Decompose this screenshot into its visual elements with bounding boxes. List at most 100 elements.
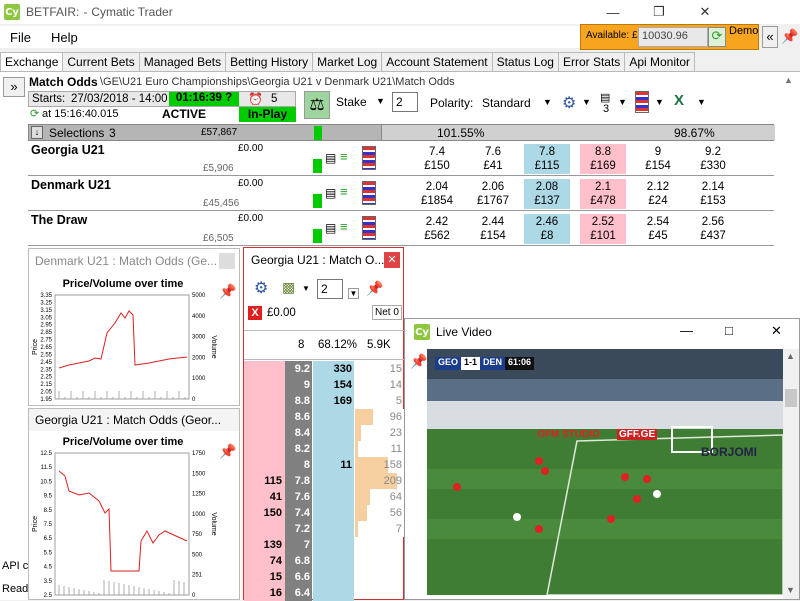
- ladder-row[interactable]: 9 154 14: [244, 377, 404, 393]
- close-button[interactable]: ✕: [682, 0, 728, 24]
- runner-row[interactable]: The Draw £0.00 £6,505 ▤ ≡ 2.42 £562 2.44 £…: [28, 211, 774, 246]
- chevron-down-icon[interactable]: ▼: [697, 97, 706, 107]
- chevron-down-icon[interactable]: ▼: [655, 97, 664, 107]
- back-odds-2[interactable]: 2.44 £154: [470, 214, 516, 244]
- ladder-lay-cell[interactable]: [313, 473, 354, 489]
- ladder-lay-cell[interactable]: 11: [313, 457, 354, 473]
- ladder-lay-cell[interactable]: [313, 537, 354, 553]
- pin-icon[interactable]: 📌: [410, 353, 427, 370]
- chart-window-title[interactable]: Denmark U21 : Match Odds (Ge...: [29, 249, 239, 271]
- ladder-icon[interactable]: [635, 91, 649, 113]
- settings-gear-icon[interactable]: ⚙: [562, 93, 576, 113]
- chevron-down-icon[interactable]: ▼: [543, 97, 552, 107]
- pin-icon[interactable]: 📌: [219, 443, 236, 460]
- tab-managed-bets[interactable]: Managed Bets: [138, 52, 227, 72]
- ladder-row[interactable]: 8.2 11: [244, 441, 405, 457]
- ladder-lay-cell[interactable]: [313, 553, 354, 569]
- scales-icon[interactable]: ⚖: [304, 91, 330, 119]
- ladder-lay-cell[interactable]: 169: [313, 393, 354, 409]
- tab-error-stats[interactable]: Error Stats: [557, 52, 626, 72]
- ladder-row[interactable]: 16 6.4: [244, 585, 404, 601]
- chevron-down-icon[interactable]: ▼: [348, 288, 359, 299]
- ladder-lay-cell[interactable]: [313, 585, 354, 601]
- ladder-back-cell[interactable]: 15: [244, 569, 285, 585]
- ladder-lay-cell[interactable]: [313, 521, 354, 537]
- tab-current-bets[interactable]: Current Bets: [62, 52, 140, 72]
- runner-row[interactable]: Georgia U21 £0.00 £5,906 ▤ ≡ 7.4 £150 7.6…: [28, 141, 774, 176]
- ladder-lay-cell[interactable]: [313, 505, 354, 521]
- video-frame[interactable]: GEO 1-1 DEN 61:06 GFM STUDIO GFF.GE BORJ…: [427, 349, 783, 595]
- tab-api-monitor[interactable]: Api Monitor: [624, 52, 696, 72]
- chart-window-title[interactable]: Georgia U21 : Match Odds (Geor...: [29, 409, 239, 431]
- refresh-icon[interactable]: ⟳: [30, 107, 39, 120]
- lay-odds-2[interactable]: 2.54 £45: [635, 214, 681, 244]
- candlestick-icon[interactable]: ≡: [340, 149, 348, 164]
- maximize-button[interactable]: □: [725, 323, 733, 338]
- back-odds-1[interactable]: 2.08 £137: [524, 179, 570, 209]
- back-odds-2[interactable]: 2.06 £1767: [470, 179, 516, 209]
- back-odds-3[interactable]: 2.04 £1854: [414, 179, 460, 209]
- excel-icon[interactable]: X: [674, 92, 684, 109]
- ladder-row[interactable]: 41 7.6 64: [244, 489, 405, 505]
- ladder-row[interactable]: 9.2 330 15: [244, 361, 404, 377]
- candlestick-icon[interactable]: ≡: [340, 219, 348, 234]
- collapse-icon[interactable]: ↓: [31, 126, 43, 139]
- stake-dropdown[interactable]: Stake: [336, 95, 367, 109]
- lay-odds-1[interactable]: 8.8 £169: [580, 144, 626, 174]
- tab-exchange[interactable]: Exchange: [0, 52, 64, 73]
- ladder-lay-cell[interactable]: 154: [313, 377, 354, 393]
- back-odds-1[interactable]: 7.8 £115: [524, 144, 570, 174]
- ladder-stake-input[interactable]: 2: [317, 279, 343, 299]
- minimize-button[interactable]: —: [680, 323, 693, 338]
- candlestick-icon[interactable]: ≡: [340, 184, 348, 199]
- ladder-lay-cell[interactable]: [313, 425, 354, 441]
- minimize-button[interactable]: —: [590, 0, 636, 24]
- polarity-dropdown[interactable]: Standard: [482, 96, 531, 110]
- collapse-right-button[interactable]: «: [762, 26, 778, 48]
- expand-left-button[interactable]: »: [3, 77, 25, 97]
- chevron-down-icon[interactable]: ▼: [302, 284, 310, 293]
- lay-odds-3[interactable]: 9.2 £330: [690, 144, 736, 174]
- video-scrollbar[interactable]: ▲ ▼: [783, 349, 799, 599]
- ladder-icon[interactable]: [362, 146, 376, 170]
- scroll-up-icon[interactable]: ▲: [784, 75, 794, 89]
- ladder-row[interactable]: 74 6.8: [244, 553, 404, 569]
- lay-odds-3[interactable]: 2.56 £437: [690, 214, 736, 244]
- ladder-lay-cell[interactable]: [313, 489, 354, 505]
- lay-odds-1[interactable]: 2.52 £101: [580, 214, 626, 244]
- ladder-row[interactable]: 8.6 96: [244, 409, 405, 425]
- menu-help[interactable]: Help: [41, 30, 88, 45]
- ladder-row[interactable]: 139 7: [244, 537, 404, 553]
- tab-status-log[interactable]: Status Log: [491, 52, 559, 72]
- tab-betting-history[interactable]: Betting History: [225, 52, 314, 72]
- lay-odds-2[interactable]: 9 £154: [635, 144, 681, 174]
- chevron-down-icon[interactable]: ▼: [618, 97, 627, 107]
- ladder-lay-cell[interactable]: [313, 409, 354, 425]
- close-icon[interactable]: [219, 253, 235, 269]
- settings-gear-icon[interactable]: ⚙: [254, 278, 268, 298]
- chevron-down-icon[interactable]: ▼: [376, 96, 385, 106]
- close-button[interactable]: ✕: [771, 323, 782, 339]
- restore-button[interactable]: ❐: [636, 0, 682, 24]
- pin-icon[interactable]: 📌: [219, 283, 236, 300]
- ladder-row[interactable]: 150 7.4 56: [244, 505, 405, 521]
- menu-file[interactable]: File: [0, 30, 41, 45]
- ladder-icon[interactable]: [362, 181, 376, 205]
- stake-input[interactable]: 2: [392, 92, 418, 112]
- ladder-back-cell[interactable]: [244, 361, 285, 377]
- ladder-back-cell[interactable]: [244, 393, 285, 409]
- lay-odds-3[interactable]: 2.14 £153: [690, 179, 736, 209]
- pin-icon[interactable]: 📌: [781, 28, 798, 45]
- ladder-row[interactable]: 8.8 169 5: [244, 393, 404, 409]
- back-odds-2[interactable]: 7.6 £41: [470, 144, 516, 174]
- ladder-row[interactable]: 7.2 7: [244, 521, 405, 537]
- ladder-back-cell[interactable]: [244, 377, 285, 393]
- ladder-back-cell[interactable]: 74: [244, 553, 285, 569]
- lay-odds-2[interactable]: 2.12 £24: [635, 179, 681, 209]
- ladder-row[interactable]: 8 11 158: [244, 457, 405, 473]
- refresh-balance-icon[interactable]: ⟳: [708, 27, 726, 47]
- back-odds-3[interactable]: 7.4 £150: [414, 144, 460, 174]
- ladder-back-cell[interactable]: [244, 457, 285, 473]
- ladder-back-cell[interactable]: [244, 521, 285, 537]
- ladder-back-cell[interactable]: 139: [244, 537, 285, 553]
